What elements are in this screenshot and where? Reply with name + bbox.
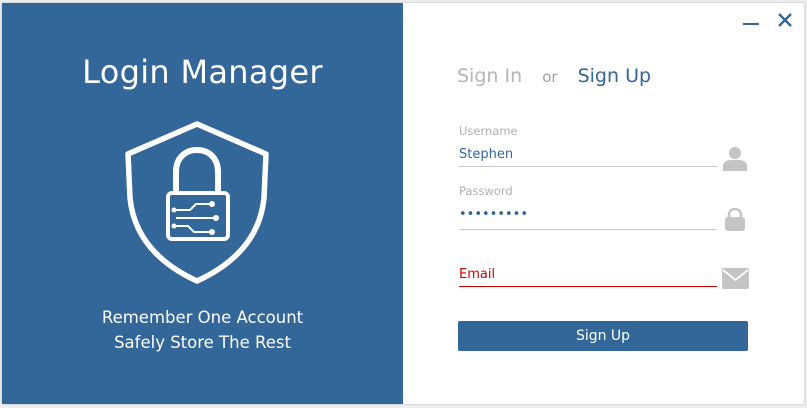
email-field[interactable] — [459, 262, 717, 287]
auth-tabs: Sign In or Sign Up — [457, 65, 651, 87]
close-icon — [778, 13, 792, 27]
tab-separator: or — [542, 68, 558, 86]
tagline-line-2: Safely Store The Rest — [114, 333, 291, 352]
shield-lock-icon — [125, 121, 269, 284]
minimize-icon — [743, 23, 759, 25]
tagline-line-1: Remember One Account — [101, 308, 304, 327]
login-window: Login Manager Remember One Account Safel… — [2, 3, 804, 404]
tab-sign-in[interactable]: Sign In — [457, 65, 522, 87]
tagline: Remember One Account Safely Store The Re… — [2, 305, 403, 355]
brand-panel: Login Manager Remember One Account Safel… — [2, 3, 403, 404]
minimize-button[interactable] — [740, 9, 762, 31]
tab-sign-up[interactable]: Sign Up — [578, 65, 651, 87]
password-label: Password — [459, 184, 513, 198]
window-controls — [740, 9, 796, 31]
lock-icon — [725, 208, 745, 231]
close-button[interactable] — [774, 9, 796, 31]
password-field[interactable]: ••••••••• — [459, 204, 717, 230]
sign-up-button[interactable]: Sign Up — [458, 321, 748, 351]
username-label: Username — [459, 124, 518, 138]
envelope-icon — [722, 268, 749, 289]
user-icon — [723, 147, 747, 171]
username-field[interactable] — [459, 142, 717, 167]
app-title: Login Manager — [82, 53, 323, 91]
